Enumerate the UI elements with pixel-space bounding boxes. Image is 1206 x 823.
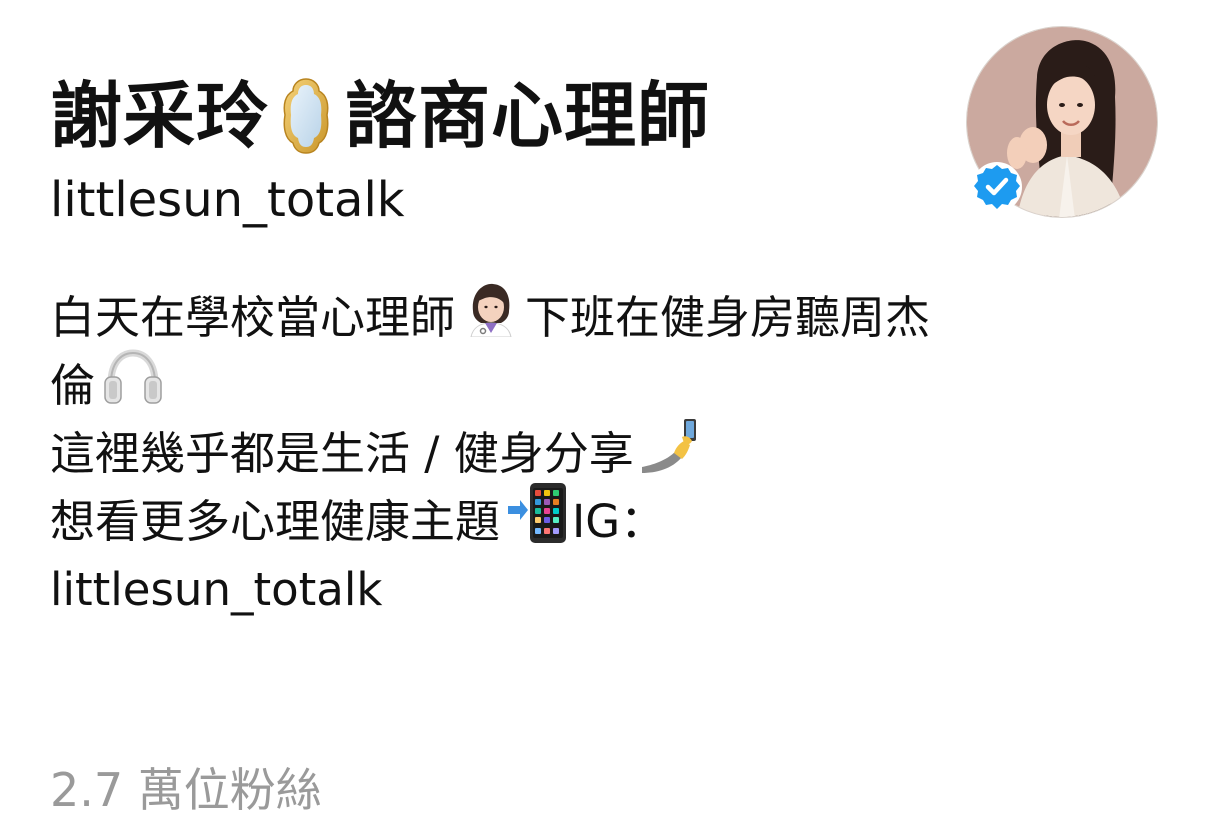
bio-text: 這裡幾乎都是生活 / 健身分享 — [50, 427, 634, 480]
selfie-emoji — [640, 417, 700, 492]
avatar-container[interactable] — [966, 26, 1158, 218]
woman-health-worker-emoji — [465, 281, 517, 356]
bio-text: IG： — [572, 495, 666, 548]
bio-text: 白天在學校當心理師 — [50, 291, 456, 344]
mobile-arrow-emoji — [506, 482, 570, 563]
bio-text: littlesun_totalk — [50, 563, 383, 616]
bio-line-3: 這裡幾乎都是生活 / 健身分享 — [50, 418, 1170, 488]
bio-line-1: 白天在學校當心理師 下班在健身房聽周杰 — [50, 283, 1170, 352]
bio-text: 想看更多心理健康主題 — [50, 495, 501, 548]
profile-header: 謝采玲 諮商心理師 littlesun_totalk 白天在學校當心理師 下班在… — [0, 0, 1206, 823]
display-name-part2: 諮商心理師 — [345, 74, 711, 158]
verified-badge-icon — [971, 161, 1023, 213]
headphones-emoji — [101, 348, 165, 424]
bio-line-5: littlesun_totalk — [50, 556, 1170, 624]
followers-count[interactable]: 2.7 萬位粉絲 — [50, 760, 322, 820]
profile-display-name: 謝采玲 諮商心理師 — [50, 66, 710, 166]
bio-text: 下班在健身房聽周杰 — [525, 291, 931, 344]
bio-line-2: 倫 — [50, 348, 1170, 420]
bio-line-4: 想看更多心理健康主題 IG： — [50, 482, 1170, 556]
display-name-part1: 謝采玲 — [50, 74, 270, 158]
profile-username[interactable]: littlesun_totalk — [50, 170, 405, 230]
mirror-icon — [281, 77, 331, 155]
profile-bio: 白天在學校當心理師 下班在健身房聽周杰 倫 這裡幾乎都是生活 / 健身分享 想看… — [50, 283, 1170, 624]
bio-text: 倫 — [50, 359, 96, 412]
